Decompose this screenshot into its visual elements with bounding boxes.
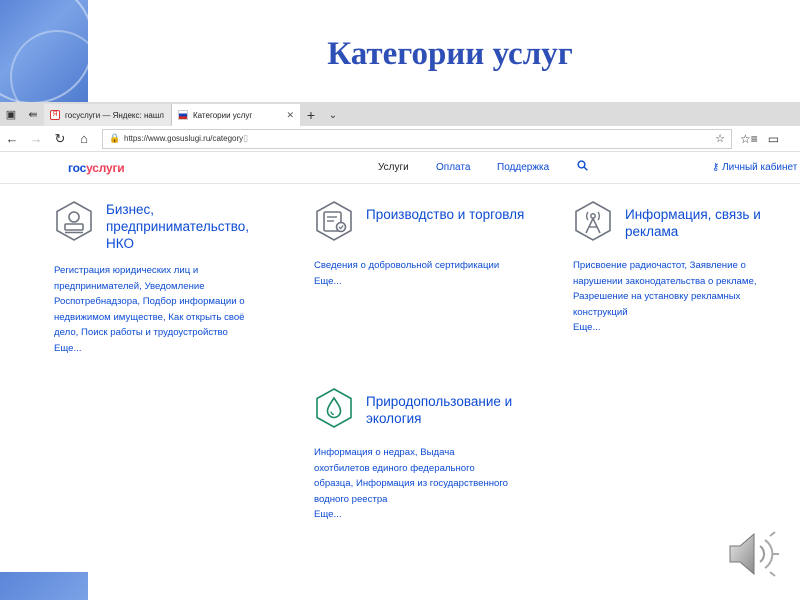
yandex-favicon-icon: Я [50, 110, 60, 120]
refresh-icon[interactable]: ↻ [48, 127, 72, 151]
personal-cabinet-link[interactable]: ⚷ Личный кабинет [712, 162, 797, 173]
category-link[interactable]: Информация о недрах, Выдача [314, 445, 508, 461]
tab-actions-icon[interactable]: ▣ [0, 102, 22, 126]
gosuslugi-logo[interactable]: госуслуги [68, 161, 125, 175]
category-communication: Информация, связь и реклама Присвоение р… [573, 201, 795, 341]
reading-view-icon[interactable]: ▯ [243, 133, 248, 144]
category-link[interactable]: Роспотребнадзора, Подбор информации о [54, 294, 245, 310]
category-link[interactable]: образца, Информация из государственного [314, 476, 508, 492]
water-drop-icon [316, 388, 352, 428]
set-aside-tabs-icon[interactable]: ⇚ [22, 102, 44, 126]
category-link[interactable]: недвижимом имуществе, Как открыть своё [54, 310, 245, 326]
speaker-icon[interactable] [726, 528, 782, 580]
category-link[interactable]: охотбилетов единого федерального [314, 461, 508, 477]
home-icon[interactable]: ⌂ [72, 127, 96, 151]
back-icon[interactable]: ← [0, 127, 24, 151]
category-links: Сведения о добровольной сертификации Еще… [314, 258, 499, 289]
close-tab-icon[interactable]: ✕ [282, 110, 294, 121]
category-title[interactable]: Производство и торговля [366, 206, 536, 223]
antenna-icon [575, 201, 611, 241]
tab-bar: ▣ ⇚ Я госуслуги — Яндекс: нашл Категории… [0, 102, 800, 126]
new-tab-icon[interactable]: + [300, 104, 322, 126]
decorative-corner-bottom [0, 572, 88, 600]
category-link[interactable]: Присвоение радиочастот, Заявление о [573, 258, 756, 274]
lock-icon: 🔒 [109, 133, 121, 143]
address-bar[interactable]: 🔒 https://www.gosuslugi.ru/category ▯ ☆ [102, 128, 732, 149]
menu-payment[interactable]: Оплата [436, 162, 470, 173]
category-link[interactable]: предпринимателей, Уведомление [54, 279, 245, 295]
decorative-corner-top [0, 0, 88, 102]
menu-services[interactable]: Услуги [378, 162, 409, 173]
category-links: Информация о недрах, Выдача охотбилетов … [314, 445, 508, 523]
slide: Категории услуг ▣ ⇚ Я госуслуги — Яндекс… [0, 0, 800, 600]
tab-list-chevron-icon[interactable]: ⌄ [322, 104, 344, 126]
category-link[interactable]: Регистрация юридических лиц и [54, 263, 245, 279]
site-header: госуслуги Услуги Оплата Поддержка ⚷ Личн… [0, 152, 800, 184]
more-link[interactable]: Еще... [314, 274, 499, 290]
category-link[interactable]: водного реестра [314, 492, 508, 508]
category-ecology: Природопользование и экология Информация… [314, 388, 554, 528]
more-link[interactable]: Еще... [54, 341, 245, 357]
notes-icon[interactable]: ▭ [768, 132, 779, 146]
tab-label: Категории услуг [193, 110, 253, 120]
category-title[interactable]: Информация, связь и реклама [625, 206, 795, 240]
business-stamp-icon [56, 201, 92, 241]
certificate-icon [316, 201, 352, 241]
favorite-star-icon[interactable]: ☆ [715, 132, 725, 145]
tab-label: госуслуги — Яндекс: нашл [65, 110, 164, 120]
tab-yandex[interactable]: Я госуслуги — Яндекс: нашл [44, 104, 172, 126]
gosuslugi-favicon-icon [178, 110, 188, 120]
favorites-hub-icon[interactable]: ☆≡ [740, 132, 758, 146]
toolbar-right: ☆≡ ▭ [740, 132, 779, 146]
slide-title: Категории услуг [327, 36, 573, 72]
category-link[interactable]: Разрешение на установку рекламных [573, 289, 756, 305]
category-business: Бизнес, предпринимательство, НКО Регистр… [54, 201, 284, 361]
navigation-bar: ← → ↻ ⌂ 🔒 https://www.gosuslugi.ru/categ… [0, 126, 800, 152]
category-production: Производство и торговля Сведения о добро… [314, 201, 554, 301]
menu-support[interactable]: Поддержка [497, 162, 549, 173]
search-icon[interactable] [577, 160, 588, 174]
category-title[interactable]: Бизнес, предпринимательство, НКО [106, 201, 276, 252]
forward-icon[interactable]: → [24, 127, 48, 151]
url-text: https://www.gosuslugi.ru/category [124, 134, 244, 143]
category-link[interactable]: конструкций [573, 305, 756, 321]
more-link[interactable]: Еще... [573, 320, 756, 336]
category-link[interactable]: нарушении законодательства о рекламе, [573, 274, 756, 290]
category-link[interactable]: Сведения о добровольной сертификации [314, 258, 499, 274]
category-links: Присвоение радиочастот, Заявление о нару… [573, 258, 756, 336]
more-link[interactable]: Еще... [314, 507, 508, 523]
tab-categories[interactable]: Категории услуг ✕ [172, 104, 300, 126]
key-icon: ⚷ [712, 162, 723, 173]
category-title[interactable]: Природопользование и экология [366, 393, 536, 427]
category-link[interactable]: дело, Поиск работы и трудоустройство [54, 325, 245, 341]
category-links: Регистрация юридических лиц и предприним… [54, 263, 245, 356]
